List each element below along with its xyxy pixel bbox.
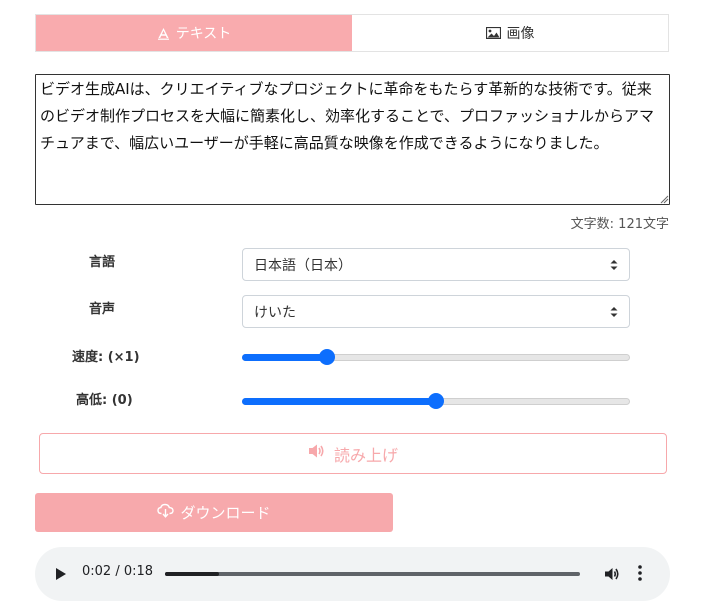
resize-grip-icon[interactable] bbox=[659, 194, 669, 204]
voice-select-value: けいた bbox=[254, 304, 296, 321]
cloud-download-icon bbox=[157, 503, 175, 522]
audio-player: 0:02 / 0:18 bbox=[35, 547, 670, 601]
audio-progress-fill bbox=[165, 572, 219, 576]
voice-select[interactable]: けいた bbox=[242, 295, 630, 328]
audio-progress-bar[interactable] bbox=[165, 572, 580, 576]
pitch-label: 高低: (0) bbox=[76, 393, 133, 408]
tts-page: テキスト 画像 文字数: 121文字 言語 日本語（日本） 音声 bbox=[0, 0, 701, 611]
speaker-icon bbox=[308, 443, 326, 464]
volume-icon[interactable] bbox=[603, 565, 621, 583]
language-select-value: 日本語（日本） bbox=[254, 257, 352, 274]
language-select[interactable]: 日本語（日本） bbox=[242, 248, 630, 281]
speed-slider-thumb[interactable] bbox=[319, 349, 336, 365]
char-count: 文字数: 121文字 bbox=[570, 217, 669, 232]
pitch-slider[interactable] bbox=[242, 393, 630, 409]
speed-label: 速度: (×1) bbox=[72, 350, 140, 365]
voice-label: 音声 bbox=[89, 302, 116, 317]
tab-image[interactable]: 画像 bbox=[352, 15, 668, 51]
image-icon bbox=[485, 27, 501, 39]
select-caret-icon bbox=[610, 307, 618, 317]
pitch-slider-fill bbox=[242, 398, 436, 405]
speed-slider[interactable] bbox=[242, 349, 630, 365]
tab-image-label: 画像 bbox=[506, 26, 535, 42]
play-icon[interactable] bbox=[55, 567, 67, 581]
text-input[interactable] bbox=[35, 74, 670, 205]
more-options-icon[interactable] bbox=[638, 564, 642, 582]
input-mode-tabs: テキスト 画像 bbox=[35, 14, 669, 52]
language-label: 言語 bbox=[89, 255, 116, 270]
read-aloud-button[interactable]: 読み上げ bbox=[39, 433, 667, 474]
read-aloud-label: 読み上げ bbox=[333, 447, 398, 465]
audio-time: 0:02 / 0:18 bbox=[82, 564, 154, 579]
tab-text[interactable]: テキスト bbox=[36, 15, 352, 51]
select-caret-icon bbox=[610, 260, 618, 270]
download-label: ダウンロード bbox=[180, 505, 271, 522]
speed-slider-fill bbox=[242, 354, 328, 361]
tab-text-label: テキスト bbox=[175, 26, 232, 42]
download-button[interactable]: ダウンロード bbox=[35, 493, 393, 532]
text-icon bbox=[157, 27, 170, 40]
pitch-slider-thumb[interactable] bbox=[428, 393, 444, 409]
